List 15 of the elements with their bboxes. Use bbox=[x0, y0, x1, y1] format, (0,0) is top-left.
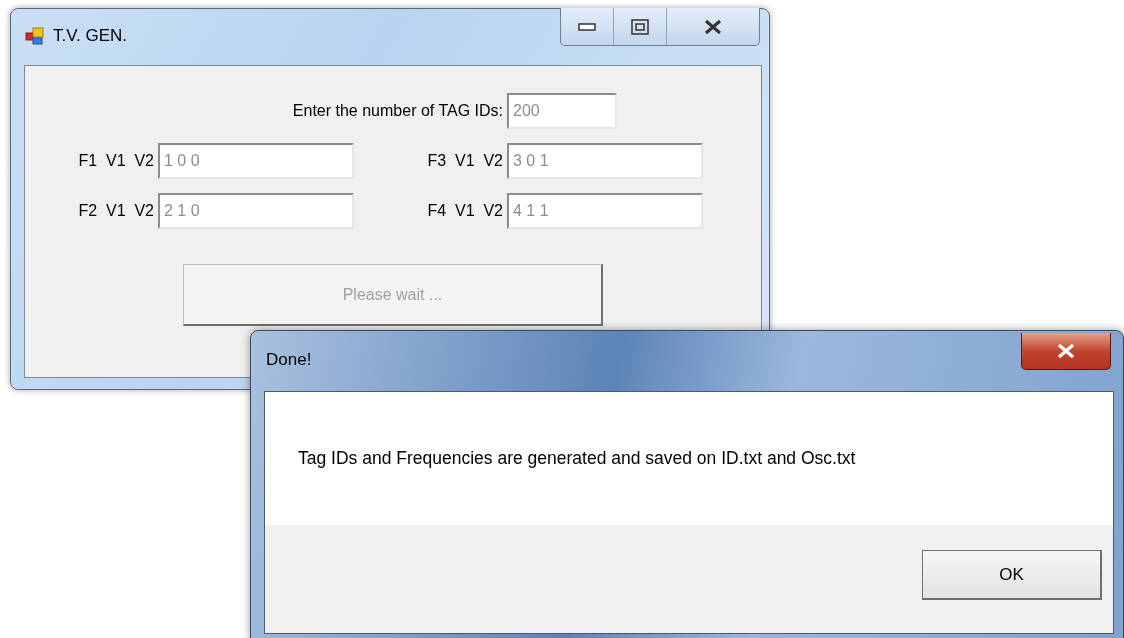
close-icon bbox=[703, 18, 723, 35]
field-label: F4 V1 V2 bbox=[427, 202, 504, 220]
minimize-icon bbox=[578, 22, 596, 31]
field-label: F2 V1 V2 bbox=[78, 202, 155, 220]
dialog-title: Done! bbox=[266, 350, 312, 370]
app-icon bbox=[25, 27, 45, 45]
maximize-icon bbox=[631, 18, 649, 35]
dialog-message: Tag IDs and Frequencies are generated and saved on ID.txt and Osc.txt bbox=[298, 448, 856, 469]
window-title: T.V. GEN. bbox=[53, 26, 127, 46]
close-button[interactable] bbox=[1021, 333, 1111, 370]
ok-button[interactable]: OK bbox=[922, 550, 1102, 600]
field-label: F1 V1 V2 bbox=[78, 152, 155, 170]
field-label: Enter the number of TAG IDs: bbox=[292, 102, 504, 120]
close-icon bbox=[1056, 343, 1076, 359]
field-label: F3 V1 V2 bbox=[427, 152, 504, 170]
